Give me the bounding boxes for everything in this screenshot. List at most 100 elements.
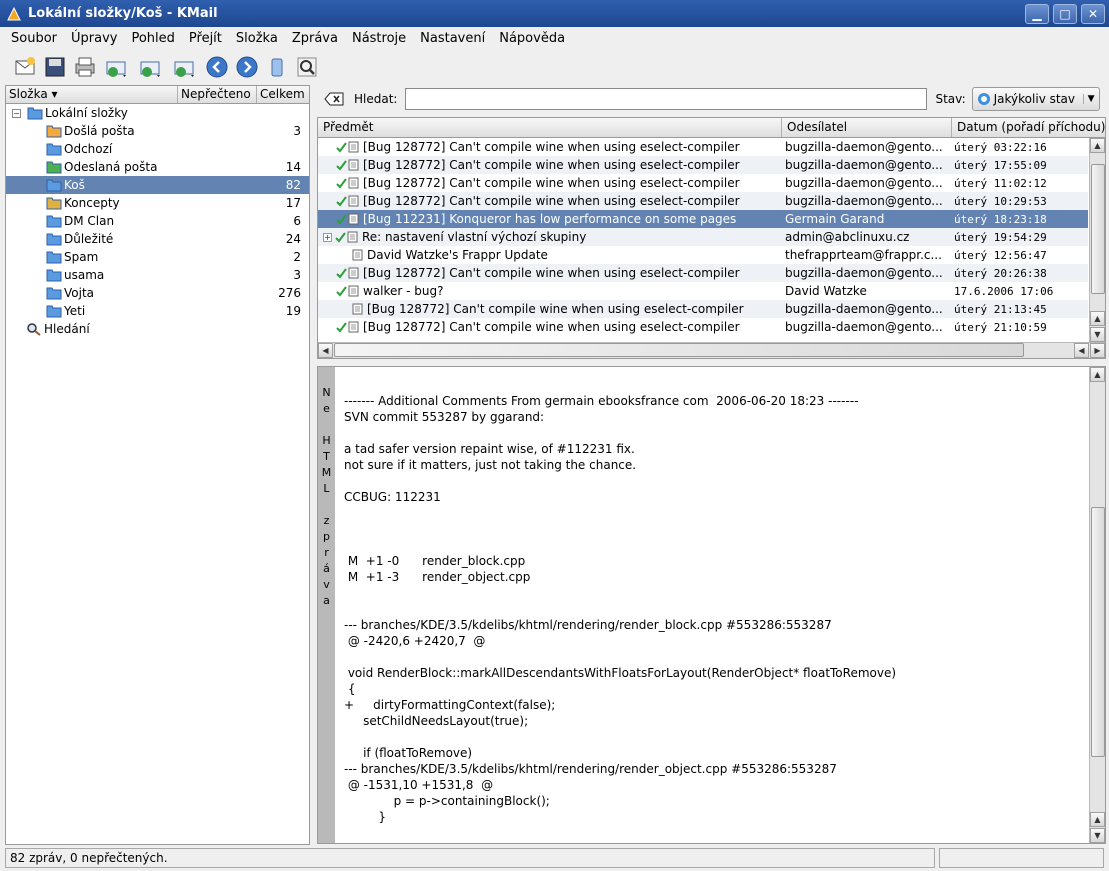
trash-icon[interactable] bbox=[262, 52, 292, 82]
message-subject-cell: + Re: nastavení vlastní výchozí skupiny bbox=[318, 230, 782, 244]
collapse-icon[interactable]: − bbox=[12, 108, 21, 118]
menu-nastaveni[interactable]: Nastavení bbox=[413, 31, 492, 46]
column-header-total[interactable]: Celkem bbox=[257, 86, 309, 103]
menu-upravy[interactable]: Úpravy bbox=[64, 31, 124, 46]
message-row[interactable]: walker - bug? David Watzke 17.6.2006 17:06 bbox=[318, 282, 1088, 300]
scroll-down-icon[interactable]: ▼ bbox=[1090, 327, 1105, 342]
message-subject: [Bug 128772] Can't compile wine when usi… bbox=[367, 302, 744, 316]
folder-item[interactable]: Odchozí bbox=[6, 140, 309, 158]
folder-search[interactable]: Hledání bbox=[6, 320, 309, 338]
forward-icon[interactable] bbox=[168, 52, 202, 82]
find-icon[interactable] bbox=[292, 52, 322, 82]
main-toolbar bbox=[0, 50, 1109, 84]
expand-thread-icon[interactable]: + bbox=[323, 232, 332, 242]
folder-item[interactable]: usama 3 bbox=[6, 266, 309, 284]
status-filter-combo[interactable]: Jakýkoliv stav ▼ bbox=[971, 87, 1100, 111]
message-list-hscrollbar[interactable]: ◀ ◀ ▶ bbox=[318, 342, 1105, 358]
folder-count: 24 bbox=[285, 232, 301, 246]
close-button[interactable]: ✕ bbox=[1081, 3, 1105, 24]
status-icon bbox=[977, 93, 990, 105]
menu-zprava[interactable]: Zpráva bbox=[285, 31, 345, 46]
message-row[interactable]: [Bug 128772] Can't compile wine when usi… bbox=[318, 174, 1088, 192]
search-input[interactable] bbox=[405, 88, 928, 110]
message-row[interactable]: [Bug 128772] Can't compile wine when usi… bbox=[318, 138, 1088, 156]
back-icon[interactable] bbox=[202, 52, 232, 82]
folder-tree-header: Složka ▾ Nepřečteno Celkem bbox=[6, 86, 309, 104]
message-subject-cell: David Watzke's Frappr Update bbox=[318, 248, 782, 262]
menu-slozka[interactable]: Složka bbox=[229, 31, 285, 46]
minimize-button[interactable]: ▁ bbox=[1025, 3, 1049, 24]
window-titlebar[interactable]: Lokální složky/Koš - KMail ▁ □ ✕ bbox=[0, 0, 1109, 27]
message-row[interactable]: David Watzke's Frappr Update thefrapprtea… bbox=[318, 246, 1088, 264]
folder-count: 3 bbox=[293, 268, 301, 282]
forward-nav-icon[interactable] bbox=[232, 52, 262, 82]
print-icon[interactable] bbox=[70, 52, 100, 82]
folder-item[interactable]: Koncepty 17 bbox=[6, 194, 309, 212]
message-row[interactable]: [Bug 128772] Can't compile wine when usi… bbox=[318, 192, 1088, 210]
message-row[interactable]: [Bug 128772] Can't compile wine when usi… bbox=[318, 264, 1088, 282]
column-header-folder[interactable]: Složka ▾ bbox=[6, 86, 178, 103]
message-row[interactable]: [Bug 128772] Can't compile wine when usi… bbox=[318, 300, 1088, 318]
folder-item[interactable]: DM Clan 6 bbox=[6, 212, 309, 230]
message-row[interactable]: + Re: nastavení vlastní výchozí skupiny ad… bbox=[318, 228, 1088, 246]
message-list-vscrollbar[interactable]: ▲ ▲ ▼ bbox=[1089, 138, 1105, 342]
new-message-icon[interactable] bbox=[10, 52, 40, 82]
attachment-icon bbox=[348, 285, 359, 297]
message-subject: walker - bug? bbox=[363, 284, 444, 298]
scroll-left-icon[interactable]: ◀ bbox=[318, 343, 333, 358]
scroll-up-icon[interactable]: ▲ bbox=[1090, 812, 1105, 827]
message-row[interactable]: [Bug 112231] Konqueror has low performan… bbox=[318, 210, 1088, 228]
check-mail-icon[interactable] bbox=[100, 52, 134, 82]
message-row[interactable]: [Bug 128772] Can't compile wine when usi… bbox=[318, 318, 1088, 336]
reply-icon[interactable] bbox=[134, 52, 168, 82]
menu-napoveda[interactable]: Nápověda bbox=[492, 31, 572, 46]
scroll-right-icon[interactable]: ▶ bbox=[1090, 343, 1105, 358]
folder-item[interactable]: Yeti 19 bbox=[6, 302, 309, 320]
column-header-sender[interactable]: Odesílatel bbox=[782, 118, 952, 137]
menu-soubor[interactable]: Soubor bbox=[4, 31, 64, 46]
horizontal-splitter[interactable] bbox=[317, 360, 1106, 365]
folder-item[interactable]: Spam 2 bbox=[6, 248, 309, 266]
message-sender: bugzilla-daemon@gento... bbox=[785, 140, 943, 154]
folder-count: 19 bbox=[285, 304, 301, 318]
clear-search-icon[interactable] bbox=[324, 92, 344, 106]
folder-count: 17 bbox=[285, 196, 301, 210]
column-header-date[interactable]: Datum (pořadí příchodu) bbox=[952, 118, 1105, 137]
folder-item[interactable]: Důležité 24 bbox=[6, 230, 309, 248]
message-subject-cell: [Bug 128772] Can't compile wine when usi… bbox=[318, 302, 782, 316]
scroll-thumb[interactable] bbox=[1091, 164, 1105, 294]
folder-label: Koš bbox=[64, 178, 85, 192]
message-row[interactable]: [Bug 128772] Can't compile wine when usi… bbox=[318, 156, 1088, 174]
html-strip-letter: p bbox=[323, 530, 330, 543]
message-subject-cell: [Bug 128772] Can't compile wine when usi… bbox=[318, 320, 782, 334]
sent-icon bbox=[46, 161, 62, 174]
maximize-button[interactable]: □ bbox=[1053, 3, 1077, 24]
reader-vscrollbar[interactable]: ▲ ▲ ▼ bbox=[1089, 367, 1105, 843]
message-subject-cell: [Bug 128772] Can't compile wine when usi… bbox=[318, 158, 782, 172]
scroll-thumb[interactable] bbox=[1091, 507, 1105, 757]
menu-nastroje[interactable]: Nástroje bbox=[345, 31, 413, 46]
scroll-left-icon[interactable]: ◀ bbox=[1074, 343, 1089, 358]
message-date: úterý 03:22:16 bbox=[954, 140, 1047, 154]
vertical-splitter[interactable] bbox=[311, 85, 316, 845]
menu-pohled[interactable]: Pohled bbox=[124, 31, 181, 46]
menu-prejit[interactable]: Přejít bbox=[182, 31, 229, 46]
folder-label: Důležité bbox=[64, 232, 114, 246]
scroll-up-icon[interactable]: ▲ bbox=[1090, 138, 1105, 153]
folder-item[interactable]: Koš 82 bbox=[6, 176, 309, 194]
folder-item[interactable]: Vojta 276 bbox=[6, 284, 309, 302]
scroll-up-icon[interactable]: ▲ bbox=[1090, 367, 1105, 382]
folder-item[interactable]: Došlá pošta 3 bbox=[6, 122, 309, 140]
message-sender: admin@abclinuxu.cz bbox=[785, 230, 910, 244]
folder-item[interactable]: Odeslaná pošta 14 bbox=[6, 158, 309, 176]
column-header-unread[interactable]: Nepřečteno bbox=[178, 86, 257, 103]
column-header-subject[interactable]: Předmět bbox=[318, 118, 782, 137]
folder-icon bbox=[46, 233, 62, 246]
scroll-up-icon[interactable]: ▲ bbox=[1090, 311, 1105, 326]
message-sender: David Watzke bbox=[785, 284, 867, 298]
message-subject: [Bug 128772] Can't compile wine when usi… bbox=[363, 140, 740, 154]
folder-root[interactable]: − Lokální složky bbox=[6, 104, 309, 122]
scroll-down-icon[interactable]: ▼ bbox=[1090, 828, 1105, 843]
save-icon[interactable] bbox=[40, 52, 70, 82]
scroll-thumb[interactable] bbox=[334, 343, 1024, 357]
